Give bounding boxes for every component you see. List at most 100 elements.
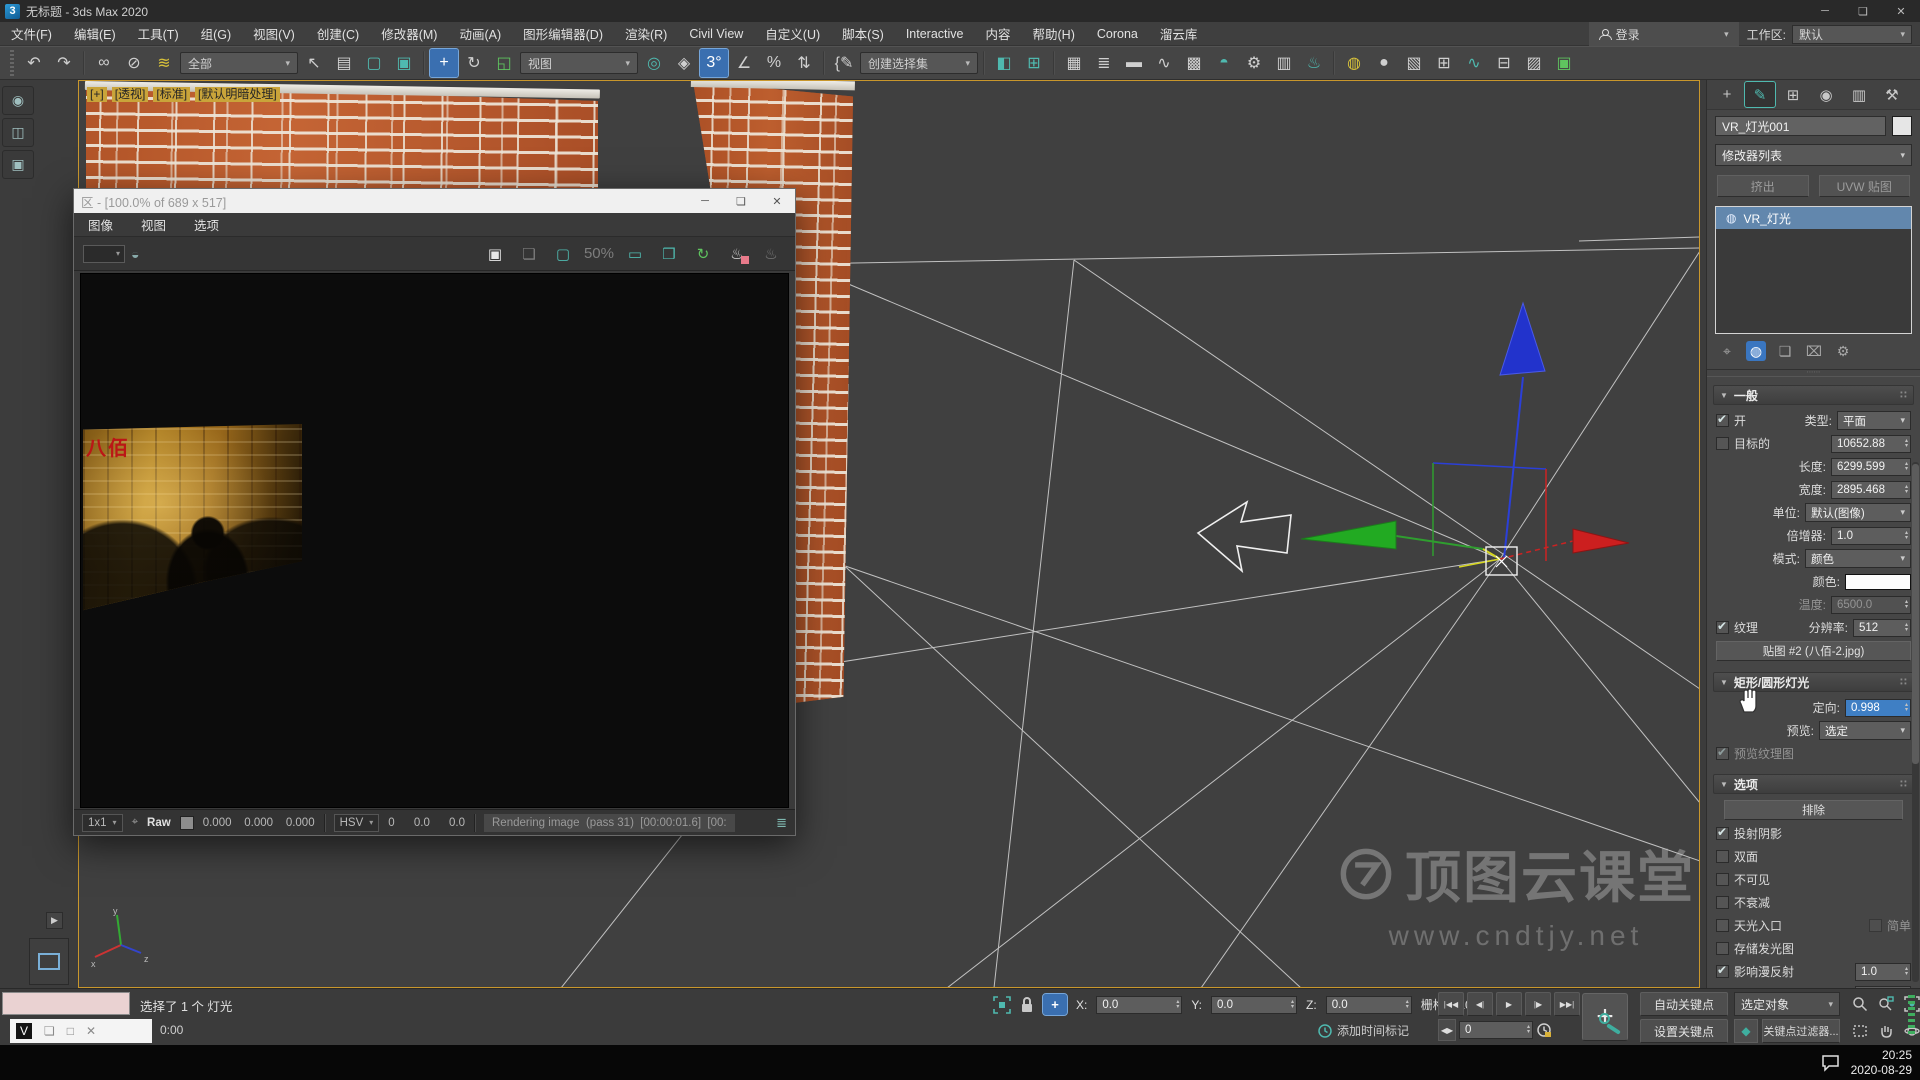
viewport-label[interactable]: [+][透视][标准][默认明暗处理] [87, 87, 280, 102]
on-checkbox[interactable] [1716, 414, 1729, 427]
menu-item[interactable]: 修改器(M) [370, 22, 448, 46]
units-dropdown[interactable]: 默认(图像) [1805, 503, 1911, 522]
globe-icon[interactable]: ◒ [131, 246, 139, 262]
align-icon[interactable]: ⊞ [1020, 49, 1048, 77]
play-button[interactable]: ▶ [1496, 992, 1522, 1016]
key-filters-button[interactable]: 关键点过滤器... [1762, 1019, 1840, 1043]
mirror-icon[interactable]: ◧ [990, 49, 1018, 77]
viewport-label-segment[interactable]: [透视] [112, 87, 149, 102]
menu-item[interactable]: 溜云库 [1149, 22, 1209, 46]
go-to-end-button[interactable]: ▶▶| [1554, 992, 1580, 1016]
ribbon-toggle-icon[interactable]: ▬ [1120, 49, 1148, 77]
render-setup-icon[interactable]: ⚙ [1240, 49, 1268, 77]
toolbar-separator[interactable] [823, 51, 825, 75]
select-and-rotate-icon[interactable]: ↻ [460, 49, 488, 77]
layers-panel-icon[interactable]: ▧ [1400, 49, 1428, 77]
menu-item[interactable]: 图像 [88, 215, 113, 234]
viewport-label-segment[interactable]: [标准] [153, 87, 190, 102]
rollout-header[interactable]: ▼ 一般 ∷ [1713, 385, 1914, 405]
viewport-layout-button[interactable] [29, 938, 69, 985]
menu-item[interactable]: Civil View [678, 22, 754, 46]
toolbar-separator[interactable] [1333, 51, 1335, 75]
spinner-arrows-icon[interactable]: ▴▾ [1904, 439, 1909, 449]
menu-item[interactable]: 脚本(S) [831, 22, 895, 46]
menu-item[interactable]: 创建(C) [306, 22, 370, 46]
x-coordinate-field[interactable]: 0.0▴▾ [1096, 996, 1182, 1014]
utilities-tab[interactable]: ⚒ [1877, 82, 1907, 107]
object-color-swatch[interactable] [1892, 116, 1912, 136]
system-clock[interactable]: 20:25 2020-08-29 [1851, 1048, 1912, 1078]
object-name-field[interactable]: VR_灯光001 [1715, 116, 1886, 136]
close-icon[interactable]: ✕ [86, 1024, 96, 1038]
redo-icon[interactable]: ↷ [50, 49, 78, 77]
schematic-view-icon[interactable]: ▩ [1180, 49, 1208, 77]
named-selection-sets-dropdown[interactable]: 创建选择集 [860, 52, 978, 74]
select-and-link-icon[interactable]: ∞ [90, 49, 118, 77]
wave-icon[interactable]: ∿ [1460, 49, 1488, 77]
set-key-plus-button[interactable]: + [1582, 993, 1628, 1041]
hsv-dropdown[interactable]: HSV [334, 814, 380, 832]
exclude-button[interactable]: 排除 [1724, 800, 1903, 820]
go-to-start-button[interactable]: |◀◀ [1438, 992, 1464, 1016]
material-editor-icon[interactable]: ◓ [1210, 49, 1238, 77]
copy-image-icon[interactable]: ❏ [514, 241, 544, 267]
temperature-spinner[interactable]: 6500.0▴▾ [1831, 596, 1911, 614]
remove-modifier-icon[interactable]: ⌧ [1804, 341, 1824, 361]
rendered-frame-icon[interactable]: ▥ [1270, 49, 1298, 77]
menu-item[interactable]: 动画(A) [448, 22, 512, 46]
selection-brackets-icon[interactable] [993, 996, 1011, 1014]
menu-item[interactable]: 图形编辑器(D) [512, 22, 614, 46]
viewport-label-segment[interactable]: [+] [87, 87, 107, 102]
checkbox[interactable] [1716, 919, 1729, 932]
rectangular-selection-region-icon[interactable]: ▢ [360, 49, 388, 77]
light-color-swatch[interactable] [1845, 574, 1911, 590]
checkbox[interactable] [1716, 965, 1729, 978]
modifier-list-dropdown[interactable]: 修改器列表 [1715, 144, 1912, 166]
uvw-map-button[interactable]: UVW 贴图 [1819, 175, 1911, 197]
direction-spinner[interactable]: 0.998▴▾ [1845, 699, 1911, 717]
spinner-snap-icon[interactable]: ⇅ [790, 49, 818, 77]
select-and-manipulate-icon[interactable]: ◈ [670, 49, 698, 77]
key-mode-toggle[interactable]: ◀▶ [1438, 1019, 1456, 1041]
menu-item[interactable]: 选项 [194, 215, 219, 234]
pan-hand-icon[interactable] [1874, 1019, 1898, 1043]
y-coordinate-field[interactable]: 0.0▴▾ [1211, 996, 1297, 1014]
extrude-button[interactable]: 挤出 [1717, 175, 1809, 197]
toolbar-separator[interactable] [1053, 51, 1055, 75]
motion-tab[interactable]: ◉ [1811, 82, 1841, 107]
scrollbar-thumb[interactable] [1912, 464, 1919, 764]
track-mouse-icon[interactable]: ❒ [654, 241, 684, 267]
workspace-dropdown[interactable]: 默认 [1792, 25, 1912, 44]
checkbox[interactable] [1869, 919, 1882, 932]
make-unique-icon[interactable]: ❏ [1775, 341, 1795, 361]
key-filter-icon[interactable]: ◆ [1734, 1019, 1758, 1043]
viewport-layout-tab-2[interactable]: ◫ [2, 118, 34, 147]
set-key-button[interactable]: 设置关键点 [1640, 1019, 1728, 1043]
next-frame-button[interactable]: |▶ [1525, 992, 1551, 1016]
length-spinner[interactable]: 6299.599▴▾ [1831, 458, 1911, 476]
frame-region-icon[interactable]: ▭ [620, 241, 650, 267]
modify-tab[interactable]: ✎ [1745, 82, 1775, 107]
use-pivot-point-icon[interactable]: ◎ [640, 49, 668, 77]
texture-map-button[interactable]: 贴图 #2 (八佰-2.jpg) [1716, 641, 1911, 661]
stats-list-icon[interactable]: ≣ [776, 815, 787, 831]
render-last-icon[interactable]: ♨ [722, 241, 752, 267]
checkbox[interactable] [1716, 827, 1729, 840]
menu-item[interactable]: Interactive [895, 22, 975, 46]
render-production-icon[interactable]: ♨ [1300, 49, 1328, 77]
panel-scrollbar[interactable] [1912, 462, 1919, 982]
configure-modifier-sets-icon[interactable]: ⚙ [1833, 341, 1853, 361]
edit-named-selection-sets-icon[interactable]: {✎ [830, 49, 858, 77]
time-configuration-icon[interactable] [1536, 1022, 1552, 1038]
toolbar-separator[interactable] [423, 51, 425, 75]
menu-item[interactable]: 视图 [141, 215, 166, 234]
targeted-checkbox[interactable] [1716, 437, 1729, 450]
vray-progress-mini-window[interactable]: V ❏ □ ✕ [10, 1019, 152, 1043]
show-end-result-icon[interactable]: ◍ [1746, 341, 1766, 361]
selection-filter-dropdown[interactable]: 全部 [180, 52, 298, 74]
select-object-icon[interactable]: ↖ [300, 49, 328, 77]
selection-set-dropdown[interactable]: 选定对象 [1734, 992, 1840, 1016]
stop-icon[interactable]: □ [67, 1024, 74, 1038]
close-icon[interactable]: ✕ [759, 190, 795, 212]
restore-icon[interactable]: ❏ [44, 1024, 55, 1038]
